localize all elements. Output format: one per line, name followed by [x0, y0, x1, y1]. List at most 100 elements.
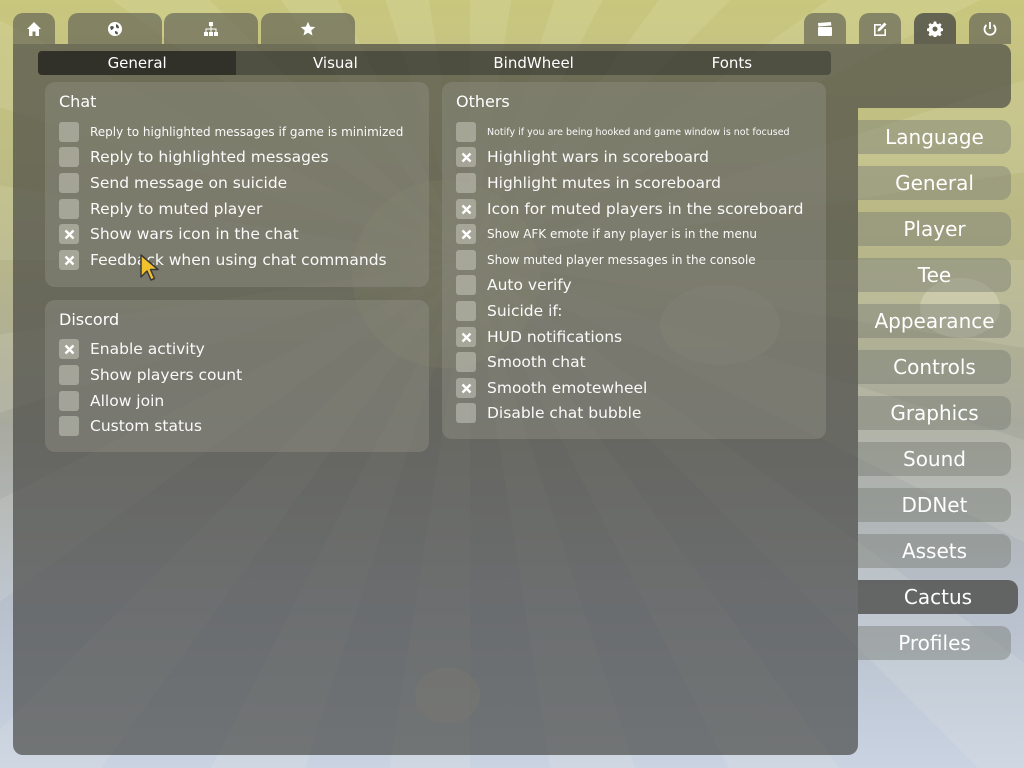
- discord-group-title: Discord: [59, 310, 120, 329]
- network-icon: [204, 21, 218, 36]
- option-label: Auto verify: [487, 276, 572, 294]
- others-option[interactable]: Disable chat bubble: [456, 402, 641, 424]
- settings-menu-item-cactus[interactable]: Cactus: [858, 580, 1018, 614]
- chat-group: Chat Reply to highlighted messages if ga…: [45, 82, 429, 287]
- chat-option[interactable]: Reply to muted player: [59, 198, 262, 220]
- home-tab[interactable]: [13, 13, 55, 44]
- settings-menu-item-general[interactable]: General: [858, 166, 1011, 200]
- option-label: Send message on suicide: [90, 174, 288, 192]
- checkbox[interactable]: [59, 250, 79, 270]
- option-label: Allow join: [90, 392, 165, 410]
- others-group-title: Others: [456, 92, 510, 111]
- option-label: Show AFK emote if any player is in the m…: [487, 227, 758, 241]
- home-icon: [27, 21, 41, 36]
- star-icon: [300, 21, 316, 35]
- checkmark-icon: [461, 332, 471, 342]
- others-option[interactable]: Smooth emotewheel: [456, 377, 647, 399]
- settings-menu-item-sound[interactable]: Sound: [858, 442, 1011, 476]
- discord-option[interactable]: Allow join: [59, 390, 164, 412]
- subtab-fonts[interactable]: Fonts: [633, 51, 831, 75]
- mouse-cursor-icon: [140, 254, 159, 281]
- settings-menu-item-appearance[interactable]: Appearance: [858, 304, 1011, 338]
- checkbox[interactable]: [456, 301, 476, 321]
- checkbox[interactable]: [456, 327, 476, 347]
- checkbox[interactable]: [456, 224, 476, 244]
- checkbox[interactable]: [59, 339, 79, 359]
- checkbox[interactable]: [456, 378, 476, 398]
- others-option[interactable]: Show AFK emote if any player is in the m…: [456, 223, 757, 245]
- chat-option[interactable]: Feedback when using chat commands: [59, 249, 387, 271]
- checkmark-icon: [64, 255, 74, 265]
- settings-menu-item-language[interactable]: Language: [858, 120, 1011, 154]
- quit-tab[interactable]: [969, 13, 1011, 44]
- edit-icon: [874, 22, 887, 36]
- option-label: Reply to highlighted messages: [90, 148, 329, 166]
- checkmark-icon: [461, 204, 471, 214]
- checkbox[interactable]: [59, 365, 79, 385]
- discord-group: Discord Enable activity Show players coun…: [45, 300, 429, 452]
- others-option[interactable]: Suicide if:: [456, 300, 563, 322]
- checkbox[interactable]: [456, 199, 476, 219]
- subtab-visual[interactable]: Visual: [236, 51, 434, 75]
- checkbox[interactable]: [59, 122, 79, 142]
- option-label: Smooth emotewheel: [487, 379, 648, 397]
- checkmark-icon: [64, 344, 74, 354]
- internet-tab[interactable]: [68, 13, 162, 44]
- others-option[interactable]: Icon for muted players in the scoreboard: [456, 198, 803, 220]
- others-option[interactable]: Show muted player messages in the consol…: [456, 249, 756, 271]
- option-label: Disable chat bubble: [487, 404, 642, 422]
- checkmark-icon: [461, 229, 471, 239]
- others-option[interactable]: Highlight mutes in scoreboard: [456, 172, 721, 194]
- checkbox[interactable]: [456, 250, 476, 270]
- option-label: Suicide if:: [487, 302, 563, 320]
- checkbox[interactable]: [59, 147, 79, 167]
- settings-menu-item-ddnet[interactable]: DDNet: [858, 488, 1011, 522]
- checkbox[interactable]: [456, 173, 476, 193]
- checkmark-icon: [64, 229, 74, 239]
- option-label: Reply to muted player: [90, 200, 263, 218]
- settings-menu-item-player[interactable]: Player: [858, 212, 1011, 246]
- checkmark-icon: [461, 383, 471, 393]
- option-label: Smooth chat: [487, 353, 586, 371]
- subtab-bindwheel[interactable]: BindWheel: [435, 51, 633, 75]
- checkbox[interactable]: [59, 416, 79, 436]
- lan-tab[interactable]: [164, 13, 258, 44]
- settings-menu-item-profiles[interactable]: Profiles: [858, 626, 1011, 660]
- chat-option[interactable]: Reply to highlighted messages: [59, 146, 329, 168]
- editor-tab[interactable]: [859, 13, 901, 44]
- favorites-tab[interactable]: [261, 13, 355, 44]
- option-label: HUD notifications: [487, 328, 623, 346]
- checkbox[interactable]: [456, 122, 476, 142]
- chat-option[interactable]: Send message on suicide: [59, 172, 287, 194]
- settings-menu-item-assets[interactable]: Assets: [858, 534, 1011, 568]
- others-option[interactable]: Smooth chat: [456, 351, 586, 373]
- settings-subtabs: General Visual BindWheel Fonts: [38, 51, 831, 75]
- gear-icon: [927, 21, 943, 37]
- others-option[interactable]: HUD notifications: [456, 326, 622, 348]
- others-option[interactable]: Highlight wars in scoreboard: [456, 146, 709, 168]
- demos-tab[interactable]: [804, 13, 846, 44]
- others-option[interactable]: Auto verify: [456, 274, 572, 296]
- checkbox[interactable]: [456, 147, 476, 167]
- checkbox[interactable]: [59, 224, 79, 244]
- discord-option[interactable]: Custom status: [59, 415, 202, 437]
- settings-tab[interactable]: [914, 13, 956, 44]
- settings-menu-item-graphics[interactable]: Graphics: [858, 396, 1011, 430]
- checkbox[interactable]: [59, 391, 79, 411]
- checkbox[interactable]: [59, 199, 79, 219]
- checkmark-icon: [461, 152, 471, 162]
- checkbox[interactable]: [456, 352, 476, 372]
- chat-option[interactable]: Reply to highlighted messages if game is…: [59, 121, 403, 143]
- option-label: Show muted player messages in the consol…: [487, 253, 756, 267]
- discord-option[interactable]: Enable activity: [59, 338, 205, 360]
- discord-option[interactable]: Show players count: [59, 364, 242, 386]
- subtab-general[interactable]: General: [38, 51, 237, 75]
- checkbox[interactable]: [456, 275, 476, 295]
- settings-menu-item-controls[interactable]: Controls: [858, 350, 1011, 384]
- checkbox[interactable]: [456, 403, 476, 423]
- checkbox[interactable]: [59, 173, 79, 193]
- chat-option[interactable]: Show wars icon in the chat: [59, 223, 299, 245]
- option-label: Reply to highlighted messages if game is…: [90, 125, 404, 139]
- settings-menu-item-tee[interactable]: Tee: [858, 258, 1011, 292]
- others-option[interactable]: Notify if you are being hooked and game …: [456, 121, 790, 143]
